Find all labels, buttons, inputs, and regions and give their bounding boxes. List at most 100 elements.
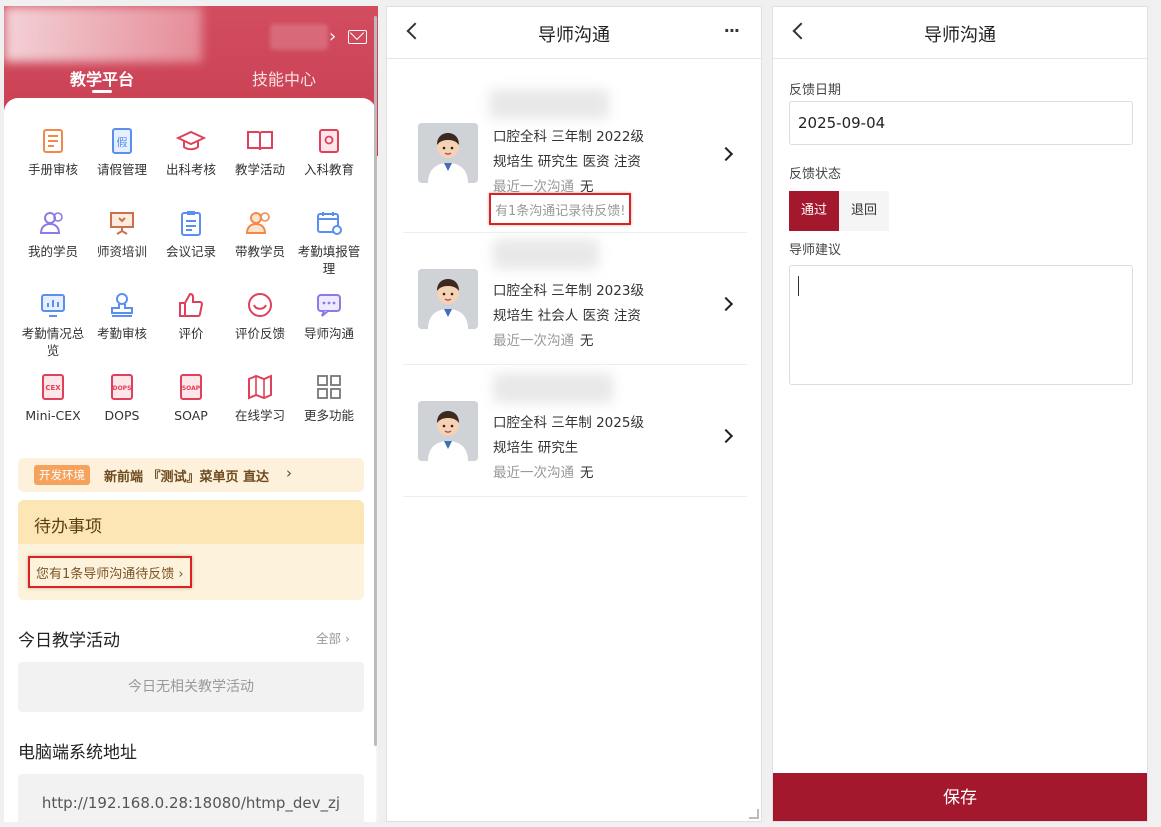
grid-item-attendance-review[interactable]: 考勤审核 <box>87 290 157 342</box>
dev-env-tag: 开发环境 <box>34 465 90 485</box>
map-icon <box>248 374 272 400</box>
last-communication-label: 最近一次沟通 <box>493 465 574 481</box>
grid-item-faculty-training[interactable]: 师资培训 <box>87 208 157 260</box>
pc-address-value[interactable]: http://192.168.0.28:18080/htmp_dev_zj <box>18 774 364 822</box>
grid-item-mentor-communication[interactable]: 导师沟通 <box>294 290 364 342</box>
chevron-right-icon <box>718 146 734 162</box>
resize-handle[interactable] <box>749 809 759 819</box>
chevron-right-icon: › <box>286 464 292 482</box>
save-button[interactable]: 保存 <box>773 773 1147 821</box>
mentor-advice-textarea[interactable] <box>789 265 1133 385</box>
pending-feedback-warning[interactable]: 有1条沟通记录待反馈! <box>489 193 632 225</box>
grid-item-evaluation[interactable]: 评价 <box>156 290 226 342</box>
last-communication-value: 无 <box>580 333 594 349</box>
grid-item-orientation[interactable]: 入科教育 <box>294 126 364 178</box>
status-return-button[interactable]: 退回 <box>839 191 889 231</box>
pc-address-title: 电脑端系统地址 <box>18 743 137 763</box>
open-book-icon <box>247 131 273 151</box>
grid-item-dops[interactable]: DOPS DOPS <box>87 372 157 424</box>
grid-item-label: 教学活动 <box>234 162 285 177</box>
svg-text:CEX: CEX <box>45 384 61 392</box>
scrollbar[interactable] <box>374 16 377 746</box>
todo-title: 待办事项 <box>18 500 364 544</box>
grid-item-label: DOPS <box>104 408 140 423</box>
grid-item-teaching-activity[interactable]: 教学活动 <box>225 126 295 178</box>
nav-bar: 导师沟通 <box>773 7 1147 59</box>
student-type: 规培生 研究生 <box>493 440 579 456</box>
grid-item-label: 师资培训 <box>96 244 147 259</box>
chevron-right-icon <box>718 296 734 312</box>
home-panel: › 教学平台 技能中心 手册审核 假 请假管理 出科考核 教学活动 入科教育 我… <box>4 6 378 822</box>
tab-skill-center[interactable]: 技能中心 <box>252 66 316 90</box>
chevron-right-icon: › <box>174 567 184 582</box>
active-tab-indicator <box>92 90 112 93</box>
dev-env-link: 新前端 『测试』菜单页 直达 <box>104 470 270 485</box>
student-type: 规培生 社会人 医资 注资 <box>493 308 641 324</box>
dev-env-banner[interactable]: 开发环境 新前端 『测试』菜单页 直达 › <box>18 458 364 492</box>
soap-doc-icon: SOAP <box>180 374 202 400</box>
grid-item-label: 考勤填报管理 <box>297 244 361 276</box>
grid-more-icon <box>317 375 341 399</box>
grid-item-handbook[interactable]: 手册审核 <box>18 126 88 178</box>
todo-item[interactable]: 您有1条导师沟通待反馈 › <box>28 556 192 588</box>
grid-item-label: 手册审核 <box>27 162 78 177</box>
grid-item-label: 导师沟通 <box>303 326 354 341</box>
grid-item-soap[interactable]: SOAP SOAP <box>156 372 226 424</box>
last-communication-label: 最近一次沟通 <box>493 333 574 349</box>
today-empty-state: 今日无相关教学活动 <box>18 662 364 712</box>
badge-book-icon <box>319 129 339 153</box>
student-program: 口腔全科 三年制 2023级 <box>493 283 644 299</box>
grid-item-mentored-students[interactable]: 带教学员 <box>225 208 295 260</box>
grid-item-label: 考勤审核 <box>96 326 147 341</box>
view-all-label: 全部 <box>316 631 342 646</box>
grid-item-label: 请假管理 <box>96 162 147 177</box>
grid-item-attendance-overview[interactable]: 考勤情况总览 <box>18 290 88 359</box>
grid-item-label: 带教学员 <box>234 244 285 259</box>
avatar <box>418 123 478 183</box>
feedback-date-field[interactable]: 2025-09-04 <box>789 101 1133 145</box>
blurred-logo <box>4 6 202 62</box>
grid-item-label: Mini-CEX <box>25 408 81 423</box>
grid-item-meeting-notes[interactable]: 会议记录 <box>156 208 226 260</box>
grid-item-label: 我的学员 <box>27 244 78 259</box>
grid-item-label: 在线学习 <box>234 408 285 423</box>
grid-item-leave[interactable]: 假 请假管理 <box>87 126 157 178</box>
avatar <box>418 269 478 329</box>
blurred-student-name <box>493 373 613 403</box>
view-all-link[interactable]: 全部 › <box>316 628 350 647</box>
chevron-right-icon[interactable]: › <box>329 26 336 47</box>
grid-item-label: 评价 <box>178 326 204 341</box>
blurred-student-name <box>493 239 599 269</box>
svg-text:SOAP: SOAP <box>182 385 201 392</box>
student-list-item[interactable]: 口腔全科 三年制 2025级 规培生 研究生 最近一次沟通无 <box>403 365 747 497</box>
tab-teaching-platform[interactable]: 教学平台 <box>70 66 134 90</box>
last-communication: 最近一次沟通无 <box>493 329 594 349</box>
graduation-cap-icon <box>176 130 206 151</box>
grid-item-online-learning[interactable]: 在线学习 <box>225 372 295 424</box>
page-title: 导师沟通 <box>924 25 996 46</box>
student-program: 口腔全科 三年制 2022级 <box>493 129 644 145</box>
grid-item-mini-cex[interactable]: CEX Mini-CEX <box>18 372 88 424</box>
grid-item-attendance-fill[interactable]: 考勤填报管理 <box>294 208 364 277</box>
page-title: 导师沟通 <box>538 25 610 46</box>
svg-text:DOPS: DOPS <box>113 385 132 392</box>
student-list-item[interactable]: 口腔全科 三年制 2023级 规培生 社会人 医资 注资 最近一次沟通无 <box>403 233 747 365</box>
status-pass-button[interactable]: 通过 <box>789 191 839 231</box>
grid-item-label: 更多功能 <box>303 408 354 423</box>
nav-bar: 导师沟通 ··· <box>387 7 761 59</box>
last-communication-value: 无 <box>580 465 594 481</box>
student-type: 规培生 研究生 医资 注资 <box>493 154 641 170</box>
grid-item-label: 入科教育 <box>303 162 354 177</box>
grid-item-more[interactable]: 更多功能 <box>294 372 364 424</box>
grid-item-my-students[interactable]: 我的学员 <box>18 208 88 260</box>
more-icon[interactable]: ··· <box>724 21 740 40</box>
blurred-username <box>270 24 328 50</box>
mentor-feedback-form-panel: 导师沟通 反馈日期 2025-09-04 反馈状态 通过 退回 导师建议 保存 <box>772 6 1148 822</box>
smile-icon <box>248 293 272 317</box>
thumbs-up-icon <box>179 292 204 317</box>
grid-item-evaluation-feedback[interactable]: 评价反馈 <box>225 290 295 342</box>
grid-item-exit-exam[interactable]: 出科考核 <box>156 126 226 178</box>
last-communication: 最近一次沟通无 <box>493 461 594 481</box>
todo-item-text: 您有1条导师沟通待反馈 <box>36 567 175 582</box>
mail-icon[interactable] <box>348 30 367 44</box>
